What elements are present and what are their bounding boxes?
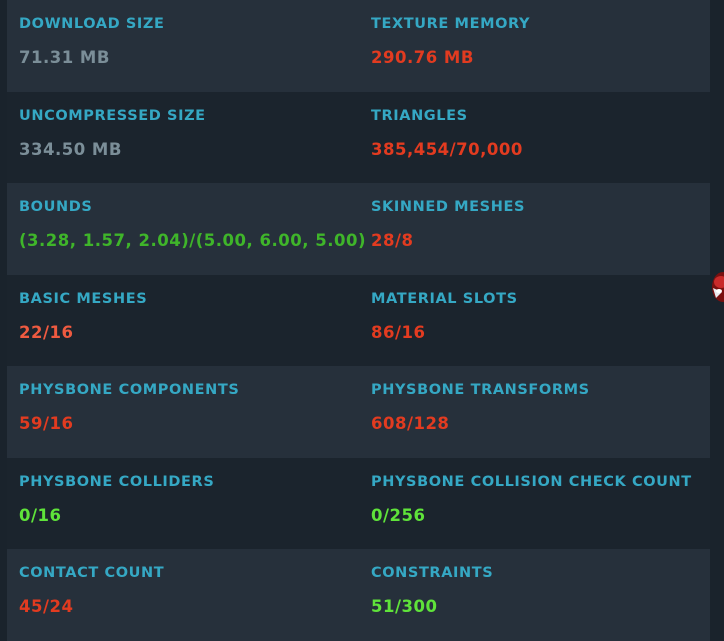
stat-row-5: PHYSBONE COMPONENTS 59/16 PHYSBONE TRANS… [7, 366, 710, 458]
stat-value: 608/128 [371, 414, 450, 433]
stat-label: CONSTRAINTS [371, 565, 494, 581]
stat-row-4: BASIC MESHES 22/16 MATERIAL SLOTS 86/16 [7, 274, 710, 367]
stat-triangles: TRIANGLES 385,454/70,000 [359, 92, 710, 184]
stat-row-7: CONTACT COUNT 45/24 CONSTRAINTS 51/300 [7, 549, 710, 641]
stat-label: SKINNED MESHES [371, 199, 525, 215]
stat-value: 28/8 [371, 231, 414, 250]
stat-constraints: CONSTRAINTS 51/300 [359, 549, 710, 641]
stat-label: DOWNLOAD SIZE [19, 16, 165, 32]
stat-contact-count: CONTACT COUNT 45/24 [7, 549, 359, 641]
stat-value: 290.76 MB [371, 48, 474, 67]
stat-physbone-transforms: PHYSBONE TRANSFORMS 608/128 [359, 366, 710, 458]
avatar-thumbnail-icon[interactable] [708, 270, 724, 304]
stat-label: PHYSBONE COLLISION CHECK COUNT [371, 473, 692, 490]
stat-label: MATERIAL SLOTS [371, 290, 518, 307]
stat-value: (3.28, 1.57, 2.04)/(5.00, 6.00, 5.00) [19, 231, 367, 250]
stat-texture-memory: TEXTURE MEMORY 290.76 MB [359, 0, 710, 92]
stat-physbone-colliders: PHYSBONE COLLIDERS 0/16 [7, 458, 359, 550]
stat-label: BASIC MESHES [19, 290, 148, 307]
stat-row-3: BOUNDS (3.28, 1.57, 2.04)/(5.00, 6.00, 5… [7, 183, 710, 275]
stat-value: 0/16 [19, 505, 62, 525]
stat-value: 385,454/70,000 [371, 139, 523, 159]
stat-value: 86/16 [371, 322, 426, 342]
stat-value: 51/300 [371, 597, 438, 616]
stat-basic-meshes: BASIC MESHES 22/16 [7, 275, 359, 367]
stat-value: 59/16 [19, 414, 74, 433]
stat-label: PHYSBONE COMPONENTS [19, 382, 240, 398]
stat-row-6: PHYSBONE COLLIDERS 0/16 PHYSBONE COLLISI… [7, 457, 710, 550]
stat-value: 334.50 MB [19, 139, 122, 159]
stat-physbone-components: PHYSBONE COMPONENTS 59/16 [7, 366, 359, 458]
stat-value: 71.31 MB [19, 48, 110, 67]
stat-physbone-collision-check-count: PHYSBONE COLLISION CHECK COUNT 0/256 [359, 458, 710, 550]
stat-value: 45/24 [19, 597, 74, 616]
stat-value: 0/256 [371, 505, 426, 525]
stat-value: 22/16 [19, 322, 74, 342]
stat-label: PHYSBONE TRANSFORMS [371, 382, 590, 398]
stat-row-2: UNCOMPRESSED SIZE 334.50 MB TRIANGLES 38… [7, 91, 710, 184]
stat-material-slots: MATERIAL SLOTS 86/16 [359, 275, 710, 367]
stat-bounds: BOUNDS (3.28, 1.57, 2.04)/(5.00, 6.00, 5… [7, 183, 366, 275]
stat-skinned-meshes: SKINNED MESHES 28/8 [359, 183, 710, 275]
stat-uncompressed-size: UNCOMPRESSED SIZE 334.50 MB [7, 92, 359, 184]
stat-label: CONTACT COUNT [19, 565, 165, 581]
stat-download-size: DOWNLOAD SIZE 71.31 MB [7, 0, 359, 92]
stat-label: PHYSBONE COLLIDERS [19, 473, 215, 490]
stat-label: TEXTURE MEMORY [371, 16, 531, 32]
stat-label: UNCOMPRESSED SIZE [19, 107, 206, 124]
stat-label: TRIANGLES [371, 107, 468, 124]
stat-row-1: DOWNLOAD SIZE 71.31 MB TEXTURE MEMORY 29… [7, 0, 710, 92]
stat-label: BOUNDS [19, 199, 93, 215]
performance-stats-panel: DOWNLOAD SIZE 71.31 MB TEXTURE MEMORY 29… [7, 0, 710, 641]
